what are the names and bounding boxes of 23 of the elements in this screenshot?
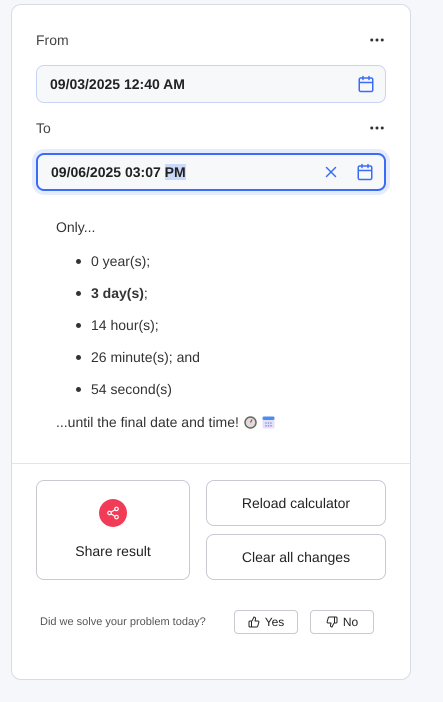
result-item: 14 hour(s); [91,316,159,335]
no-button[interactable]: No [310,610,374,634]
calendar-icon[interactable] [356,163,374,181]
date-time-field[interactable]: 09/03/2025 12:40 AM [36,65,386,103]
result-item: 0 year(s); [91,252,150,271]
yes-button[interactable]: Yes [234,610,298,634]
thumbs-down-icon [326,616,338,628]
clear-button[interactable]: Clear all changes [206,534,386,580]
result-outro: ...until the final date and time! [56,413,239,432]
stopwatch-icon [244,416,257,429]
result-item: 54 second(s) [91,380,172,399]
field-label: From [36,30,69,50]
reload-button[interactable]: Reload calculator [206,480,386,526]
result-item: 3 day(s); [91,284,148,303]
result-item: 26 minute(s); and [91,348,200,367]
thumbs-up-icon [248,616,260,628]
share-button[interactable]: Share result [36,480,190,580]
calendar-icon[interactable] [357,75,375,93]
calendar-icon [262,416,275,429]
field-label: To [36,118,51,138]
result-intro: Only... [56,218,96,237]
share-icon [99,498,127,526]
feedback-question: Did we solve your problem today? [40,614,207,630]
